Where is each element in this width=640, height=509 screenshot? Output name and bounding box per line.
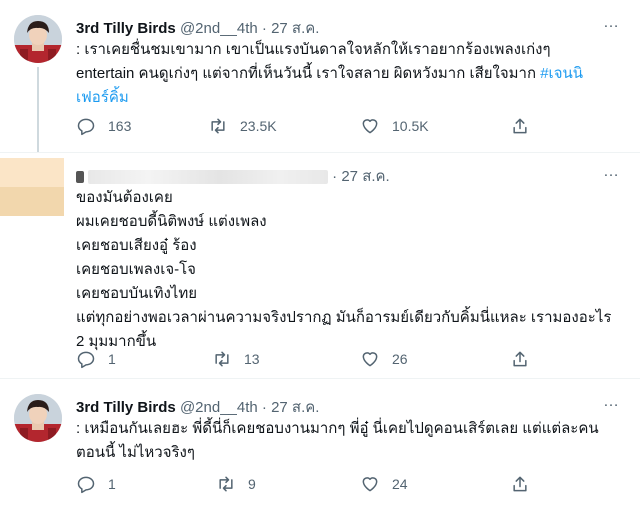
retweet-button[interactable]: 13 [212, 349, 260, 369]
share-icon [513, 118, 527, 134]
retweet-icon [211, 118, 225, 134]
blurred-username [88, 170, 328, 185]
retweet-button[interactable]: 23.5K [208, 116, 277, 136]
user-handle[interactable]: @2nd__4th [180, 20, 258, 37]
reply-button[interactable]: 1 [76, 349, 116, 369]
timestamp[interactable]: 27 ส.ค. [341, 168, 389, 185]
reply-icon [77, 476, 95, 494]
text-line: entertain คนดูเก่งๆ แต่จากที่เห็นวันนี้ … [76, 65, 583, 82]
text-line: เคยชอบเพลงเจ-โจ [76, 261, 196, 278]
tweet-1[interactable]: 3rd Tilly Birds @2nd__4th · 27 ส.ค. … : … [0, 0, 640, 152]
tweet-text: : เราเคยชื่นชมเขามาก เขาเป็นแรงบันดาลใจห… [76, 38, 612, 110]
action-bar: 163 23.5K 10.5K [76, 116, 546, 138]
retweet-icon [219, 476, 233, 492]
action-bar: 1 9 24 [76, 474, 546, 496]
share-icon [513, 476, 527, 492]
text-line: : เหมือนกันเลยฮะ พี่ดี้นี่ก็เคยชอบงานมาก… [76, 420, 599, 437]
retweet-count: 13 [244, 351, 260, 367]
separator: · [261, 20, 267, 37]
share-button[interactable] [510, 349, 530, 369]
like-count: 10.5K [392, 118, 429, 134]
text-line: ผมเคยชอบดี้นิติพงษ์ แต่งเพลง [76, 213, 267, 230]
like-button[interactable]: 24 [360, 474, 408, 494]
tweet-2[interactable]: · 27 ส.ค. … ของมันต้องเคย ผมเคยชอบดี้นิต… [0, 153, 640, 378]
more-icon[interactable]: … [603, 14, 620, 32]
like-icon [362, 119, 378, 134]
retweet-count: 23.5K [240, 118, 277, 134]
text-line: เคยชอบเสียงอู๋ ร้อง [76, 237, 197, 254]
blurred-username-mark [76, 171, 84, 184]
text-line: เฟอร์คิ้ม [76, 86, 612, 110]
retweet-icon [215, 351, 229, 367]
like-count: 24 [392, 476, 408, 492]
retweet-button[interactable]: 9 [216, 474, 256, 494]
text-line: แต่ทุกอย่างพอเวลาผ่านความจริงปรากฏ มันก็… [76, 309, 612, 326]
share-icon [513, 351, 527, 367]
reply-count: 163 [108, 118, 132, 134]
separator: · [261, 399, 267, 416]
tweet-header: · 27 ส.ค. [76, 164, 390, 188]
user-handle[interactable]: @2nd__4th [180, 399, 258, 416]
reply-count: 1 [108, 476, 116, 492]
text-line: : เราเคยชื่นชมเขามาก เขาเป็นแรงบันดาลใจห… [76, 41, 551, 58]
like-count: 26 [392, 351, 408, 367]
reply-icon [77, 118, 95, 136]
like-icon [362, 352, 378, 367]
reply-button[interactable]: 163 [76, 116, 131, 136]
thread-line [37, 67, 39, 152]
share-button[interactable] [510, 116, 530, 136]
text-line: เคยชอบบันเทิงไทย [76, 285, 197, 302]
share-button[interactable] [510, 474, 530, 494]
tweet-header: 3rd Tilly Birds @2nd__4th · 27 ส.ค. [76, 16, 319, 40]
hashtag-link[interactable]: #เจนนิ [540, 65, 583, 82]
tweet-text: ของมันต้องเคย ผมเคยชอบดี้นิติพงษ์ แต่งเพ… [76, 186, 612, 354]
reply-icon [77, 351, 95, 369]
reply-button[interactable]: 1 [76, 474, 116, 494]
hashtag-link-continued[interactable]: เฟอร์คิ้ม [76, 89, 129, 106]
avatar[interactable] [14, 394, 62, 442]
avatar[interactable] [14, 15, 62, 63]
like-icon [362, 477, 378, 492]
tweet-3[interactable]: 3rd Tilly Birds @2nd__4th · 27 ส.ค. … : … [0, 379, 640, 509]
more-icon[interactable]: … [603, 163, 620, 181]
like-button[interactable]: 10.5K [360, 116, 429, 136]
avatar-image [14, 394, 62, 442]
display-name[interactable]: 3rd Tilly Birds [76, 20, 176, 37]
text-line: ของมันต้องเคย [76, 189, 173, 206]
like-button[interactable]: 26 [360, 349, 408, 369]
action-bar: 1 13 26 [76, 349, 546, 371]
reply-count: 1 [108, 351, 116, 367]
separator: · [332, 168, 338, 185]
tweet-header: 3rd Tilly Birds @2nd__4th · 27 ส.ค. [76, 395, 319, 419]
display-name[interactable]: 3rd Tilly Birds [76, 399, 176, 416]
text-line: ตอนนี้ ไม่ไหวจริงๆ [76, 444, 195, 461]
timestamp[interactable]: 27 ส.ค. [271, 399, 319, 416]
tweet-text: : เหมือนกันเลยฮะ พี่ดี้นี่ก็เคยชอบงานมาก… [76, 417, 612, 465]
timestamp[interactable]: 27 ส.ค. [271, 20, 319, 37]
more-icon[interactable]: … [603, 393, 620, 411]
retweet-count: 9 [248, 476, 256, 492]
avatar-image [14, 15, 62, 63]
avatar-blurred [0, 158, 64, 216]
